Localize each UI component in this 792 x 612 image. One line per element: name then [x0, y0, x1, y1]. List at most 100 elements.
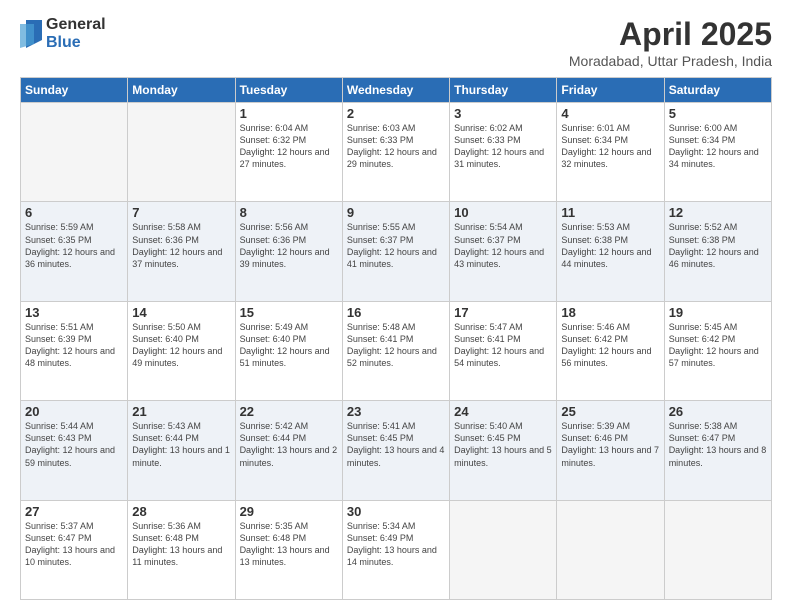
calendar-cell: [21, 103, 128, 202]
col-header-sunday: Sunday: [21, 78, 128, 103]
calendar-cell: [128, 103, 235, 202]
calendar-cell: [557, 500, 664, 599]
day-number: 6: [25, 205, 123, 220]
logo: General Blue: [20, 16, 106, 51]
calendar-cell: 16Sunrise: 5:48 AM Sunset: 6:41 PM Dayli…: [342, 301, 449, 400]
day-info: Sunrise: 6:02 AM Sunset: 6:33 PM Dayligh…: [454, 122, 552, 171]
day-number: 24: [454, 404, 552, 419]
day-number: 10: [454, 205, 552, 220]
day-info: Sunrise: 5:46 AM Sunset: 6:42 PM Dayligh…: [561, 321, 659, 370]
day-number: 27: [25, 504, 123, 519]
day-info: Sunrise: 5:47 AM Sunset: 6:41 PM Dayligh…: [454, 321, 552, 370]
week-row-5: 27Sunrise: 5:37 AM Sunset: 6:47 PM Dayli…: [21, 500, 772, 599]
day-number: 4: [561, 106, 659, 121]
col-header-saturday: Saturday: [664, 78, 771, 103]
day-number: 11: [561, 205, 659, 220]
day-number: 5: [669, 106, 767, 121]
col-header-friday: Friday: [557, 78, 664, 103]
calendar-cell: 24Sunrise: 5:40 AM Sunset: 6:45 PM Dayli…: [450, 401, 557, 500]
day-number: 20: [25, 404, 123, 419]
calendar-cell: 20Sunrise: 5:44 AM Sunset: 6:43 PM Dayli…: [21, 401, 128, 500]
col-header-tuesday: Tuesday: [235, 78, 342, 103]
week-row-3: 13Sunrise: 5:51 AM Sunset: 6:39 PM Dayli…: [21, 301, 772, 400]
calendar-cell: 29Sunrise: 5:35 AM Sunset: 6:48 PM Dayli…: [235, 500, 342, 599]
day-info: Sunrise: 5:41 AM Sunset: 6:45 PM Dayligh…: [347, 420, 445, 469]
day-info: Sunrise: 5:35 AM Sunset: 6:48 PM Dayligh…: [240, 520, 338, 569]
calendar-cell: 9Sunrise: 5:55 AM Sunset: 6:37 PM Daylig…: [342, 202, 449, 301]
day-number: 22: [240, 404, 338, 419]
calendar-cell: 7Sunrise: 5:58 AM Sunset: 6:36 PM Daylig…: [128, 202, 235, 301]
header: General Blue April 2025 Moradabad, Uttar…: [20, 16, 772, 69]
day-info: Sunrise: 5:37 AM Sunset: 6:47 PM Dayligh…: [25, 520, 123, 569]
page: General Blue April 2025 Moradabad, Uttar…: [0, 0, 792, 612]
calendar-cell: 14Sunrise: 5:50 AM Sunset: 6:40 PM Dayli…: [128, 301, 235, 400]
day-info: Sunrise: 6:04 AM Sunset: 6:32 PM Dayligh…: [240, 122, 338, 171]
calendar-cell: 22Sunrise: 5:42 AM Sunset: 6:44 PM Dayli…: [235, 401, 342, 500]
day-number: 26: [669, 404, 767, 419]
calendar-cell: 15Sunrise: 5:49 AM Sunset: 6:40 PM Dayli…: [235, 301, 342, 400]
day-info: Sunrise: 5:39 AM Sunset: 6:46 PM Dayligh…: [561, 420, 659, 469]
day-info: Sunrise: 5:40 AM Sunset: 6:45 PM Dayligh…: [454, 420, 552, 469]
day-number: 2: [347, 106, 445, 121]
day-info: Sunrise: 5:45 AM Sunset: 6:42 PM Dayligh…: [669, 321, 767, 370]
day-info: Sunrise: 5:36 AM Sunset: 6:48 PM Dayligh…: [132, 520, 230, 569]
calendar-cell: 21Sunrise: 5:43 AM Sunset: 6:44 PM Dayli…: [128, 401, 235, 500]
calendar: SundayMondayTuesdayWednesdayThursdayFrid…: [20, 77, 772, 600]
calendar-cell: 11Sunrise: 5:53 AM Sunset: 6:38 PM Dayli…: [557, 202, 664, 301]
logo-text: General Blue: [46, 16, 106, 51]
location: Moradabad, Uttar Pradesh, India: [569, 53, 772, 69]
day-info: Sunrise: 6:03 AM Sunset: 6:33 PM Dayligh…: [347, 122, 445, 171]
day-info: Sunrise: 5:34 AM Sunset: 6:49 PM Dayligh…: [347, 520, 445, 569]
calendar-cell: 28Sunrise: 5:36 AM Sunset: 6:48 PM Dayli…: [128, 500, 235, 599]
calendar-cell: [450, 500, 557, 599]
calendar-cell: 23Sunrise: 5:41 AM Sunset: 6:45 PM Dayli…: [342, 401, 449, 500]
day-info: Sunrise: 5:38 AM Sunset: 6:47 PM Dayligh…: [669, 420, 767, 469]
calendar-cell: 10Sunrise: 5:54 AM Sunset: 6:37 PM Dayli…: [450, 202, 557, 301]
day-info: Sunrise: 5:53 AM Sunset: 6:38 PM Dayligh…: [561, 221, 659, 270]
calendar-cell: 27Sunrise: 5:37 AM Sunset: 6:47 PM Dayli…: [21, 500, 128, 599]
week-row-1: 1Sunrise: 6:04 AM Sunset: 6:32 PM Daylig…: [21, 103, 772, 202]
day-number: 17: [454, 305, 552, 320]
day-info: Sunrise: 5:52 AM Sunset: 6:38 PM Dayligh…: [669, 221, 767, 270]
month-title: April 2025: [569, 16, 772, 53]
week-row-2: 6Sunrise: 5:59 AM Sunset: 6:35 PM Daylig…: [21, 202, 772, 301]
calendar-cell: 6Sunrise: 5:59 AM Sunset: 6:35 PM Daylig…: [21, 202, 128, 301]
day-info: Sunrise: 5:43 AM Sunset: 6:44 PM Dayligh…: [132, 420, 230, 469]
calendar-cell: 18Sunrise: 5:46 AM Sunset: 6:42 PM Dayli…: [557, 301, 664, 400]
logo-blue-text: Blue: [46, 34, 106, 52]
calendar-cell: 26Sunrise: 5:38 AM Sunset: 6:47 PM Dayli…: [664, 401, 771, 500]
day-number: 29: [240, 504, 338, 519]
calendar-cell: 12Sunrise: 5:52 AM Sunset: 6:38 PM Dayli…: [664, 202, 771, 301]
day-number: 14: [132, 305, 230, 320]
day-number: 1: [240, 106, 338, 121]
calendar-cell: 25Sunrise: 5:39 AM Sunset: 6:46 PM Dayli…: [557, 401, 664, 500]
day-number: 25: [561, 404, 659, 419]
day-number: 21: [132, 404, 230, 419]
col-header-thursday: Thursday: [450, 78, 557, 103]
header-row: SundayMondayTuesdayWednesdayThursdayFrid…: [21, 78, 772, 103]
day-info: Sunrise: 6:00 AM Sunset: 6:34 PM Dayligh…: [669, 122, 767, 171]
calendar-cell: 30Sunrise: 5:34 AM Sunset: 6:49 PM Dayli…: [342, 500, 449, 599]
day-number: 23: [347, 404, 445, 419]
day-info: Sunrise: 5:44 AM Sunset: 6:43 PM Dayligh…: [25, 420, 123, 469]
calendar-cell: 4Sunrise: 6:01 AM Sunset: 6:34 PM Daylig…: [557, 103, 664, 202]
day-number: 28: [132, 504, 230, 519]
week-row-4: 20Sunrise: 5:44 AM Sunset: 6:43 PM Dayli…: [21, 401, 772, 500]
day-info: Sunrise: 5:59 AM Sunset: 6:35 PM Dayligh…: [25, 221, 123, 270]
day-number: 9: [347, 205, 445, 220]
day-number: 12: [669, 205, 767, 220]
day-info: Sunrise: 5:48 AM Sunset: 6:41 PM Dayligh…: [347, 321, 445, 370]
day-info: Sunrise: 5:54 AM Sunset: 6:37 PM Dayligh…: [454, 221, 552, 270]
day-info: Sunrise: 5:42 AM Sunset: 6:44 PM Dayligh…: [240, 420, 338, 469]
day-number: 15: [240, 305, 338, 320]
calendar-cell: 2Sunrise: 6:03 AM Sunset: 6:33 PM Daylig…: [342, 103, 449, 202]
day-info: Sunrise: 5:58 AM Sunset: 6:36 PM Dayligh…: [132, 221, 230, 270]
calendar-cell: 1Sunrise: 6:04 AM Sunset: 6:32 PM Daylig…: [235, 103, 342, 202]
day-info: Sunrise: 5:51 AM Sunset: 6:39 PM Dayligh…: [25, 321, 123, 370]
day-number: 3: [454, 106, 552, 121]
day-info: Sunrise: 5:50 AM Sunset: 6:40 PM Dayligh…: [132, 321, 230, 370]
day-number: 16: [347, 305, 445, 320]
day-info: Sunrise: 5:49 AM Sunset: 6:40 PM Dayligh…: [240, 321, 338, 370]
calendar-cell: 8Sunrise: 5:56 AM Sunset: 6:36 PM Daylig…: [235, 202, 342, 301]
title-block: April 2025 Moradabad, Uttar Pradesh, Ind…: [569, 16, 772, 69]
